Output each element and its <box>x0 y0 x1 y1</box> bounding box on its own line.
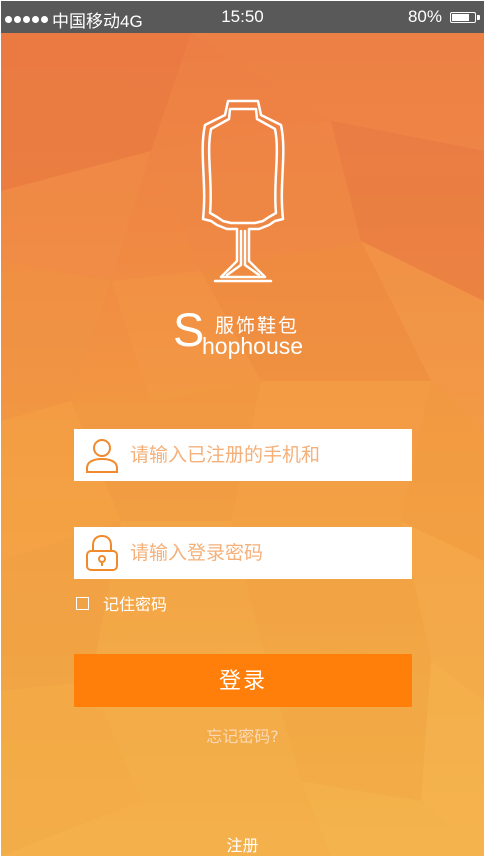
status-bar: 中国移动4G 15:50 80% <box>1 1 484 33</box>
register-link[interactable]: 注册 <box>1 832 484 856</box>
remember-checkbox[interactable] <box>76 596 89 610</box>
brand-english-name: hophouse <box>202 333 304 359</box>
username-field[interactable] <box>74 429 412 481</box>
username-input[interactable] <box>130 435 400 475</box>
brand-initial: S <box>173 303 205 356</box>
mannequin-icon <box>201 99 285 283</box>
password-field[interactable] <box>74 527 412 579</box>
remember-password-option[interactable]: 记住密码 <box>76 591 167 615</box>
login-button[interactable]: 登录 <box>74 654 412 707</box>
battery-group: 80% <box>407 7 480 27</box>
battery-icon <box>450 11 480 23</box>
login-screen: 中国移动4G 15:50 80% S 服饰鞋包 hophouse 请输入已注册的… <box>1 1 484 856</box>
user-icon <box>86 439 118 473</box>
brand-logo: S 服饰鞋包 hophouse <box>173 305 323 365</box>
forgot-password-link[interactable]: 忘记密码? <box>1 723 484 747</box>
password-input[interactable] <box>130 533 400 573</box>
battery-percent: 80% <box>407 7 442 26</box>
remember-label: 记住密码 <box>103 595 168 614</box>
lock-icon <box>86 534 118 571</box>
